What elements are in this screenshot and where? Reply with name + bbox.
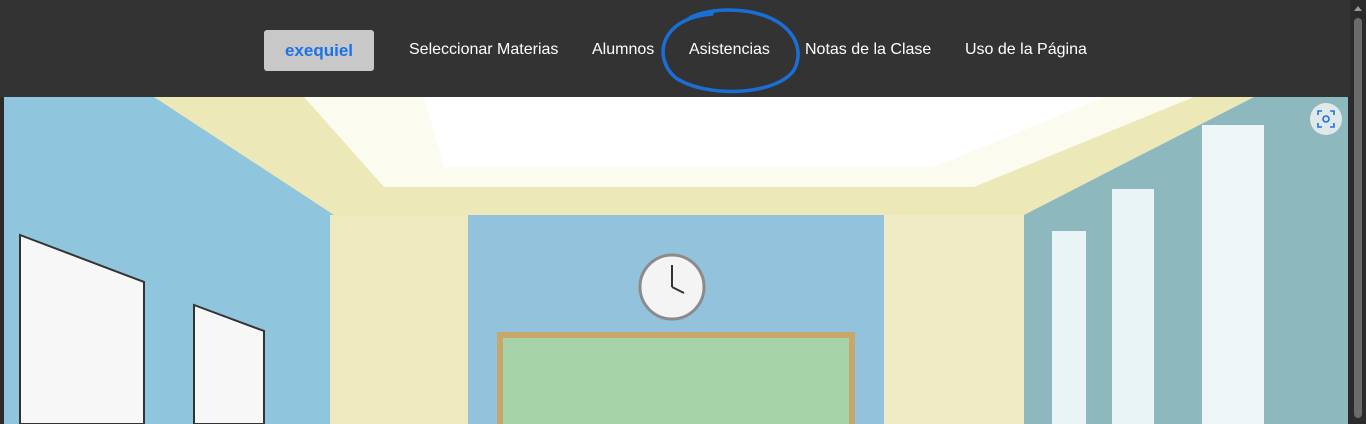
scroll-up-arrow-icon[interactable] <box>1354 6 1362 11</box>
nav-link-alumnos[interactable]: Alumnos <box>592 40 654 60</box>
top-navbar: exequiel Seleccionar Materias Alumnos As… <box>0 0 1366 97</box>
nav-link-asistencias[interactable]: Asistencias <box>689 40 770 60</box>
visual-search-button[interactable] <box>1310 103 1342 135</box>
nav-link-uso-de-la-pagina[interactable]: Uso de la Página <box>965 40 1087 60</box>
nav-link-notas-de-la-clase[interactable]: Notas de la Clase <box>805 40 931 60</box>
nav-link-seleccionar-materias[interactable]: Seleccionar Materias <box>409 40 558 60</box>
brand-button[interactable]: exequiel <box>264 30 374 71</box>
lens-icon <box>1317 110 1335 128</box>
scrollbar-thumb[interactable] <box>1354 18 1362 418</box>
hero-classroom-image <box>4 97 1348 424</box>
vertical-scrollbar[interactable] <box>1350 0 1366 424</box>
